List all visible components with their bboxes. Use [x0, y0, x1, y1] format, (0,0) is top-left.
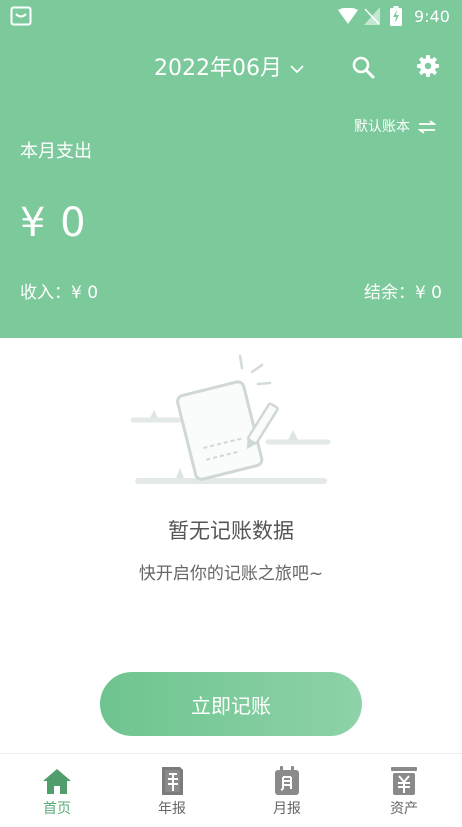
- income-summary: 收入：¥ 0: [20, 283, 99, 303]
- account-switch[interactable]: 默认账本: [354, 117, 436, 137]
- record-now-button[interactable]: 立即记账: [100, 672, 362, 736]
- tab-assets-label: 资产: [390, 801, 418, 817]
- account-name: 默认账本: [354, 119, 410, 135]
- wifi-icon: [338, 8, 358, 24]
- month-selector[interactable]: 2022年06月: [154, 53, 304, 85]
- tab-home-label: 首页: [43, 801, 71, 817]
- empty-state-title: 暂无记账数据: [168, 519, 294, 543]
- search-icon[interactable]: [350, 54, 376, 80]
- month-report-icon: [275, 766, 299, 795]
- tab-assets[interactable]: 资产: [364, 754, 444, 827]
- gear-icon[interactable]: [416, 54, 440, 78]
- monthly-expense-title: 本月支出: [20, 141, 92, 162]
- empty-state-subtitle: 快开启你的记账之旅吧~: [138, 564, 324, 584]
- assets-icon: [391, 767, 417, 795]
- tab-year-report-label: 年报: [158, 801, 186, 817]
- status-bar: 9:40: [0, 0, 462, 34]
- tab-month-report-label: 月报: [273, 801, 301, 817]
- chevron-down-icon: [290, 65, 304, 74]
- app-notification-icon: [10, 6, 32, 26]
- month-label: 2022年06月: [154, 56, 282, 81]
- status-time: 9:40: [414, 7, 450, 26]
- header-panel: 9:40 2022年06月 默认账本 本月支出 ¥ 0 收入：¥ 0 结余：¥ …: [0, 0, 462, 338]
- tab-month-report[interactable]: 月报: [247, 754, 327, 827]
- empty-notebook-illustration: [130, 354, 331, 484]
- battery-charging-icon: [390, 6, 402, 26]
- balance-summary: 结余：¥ 0: [363, 283, 442, 303]
- home-icon: [43, 769, 71, 794]
- swap-icon: [418, 120, 436, 134]
- tab-year-report[interactable]: 年报: [132, 754, 212, 827]
- monthly-expense-amount: ¥ 0: [20, 200, 87, 246]
- bottom-tab-bar: 首页 年报 月报 资产: [0, 753, 462, 827]
- tab-home[interactable]: 首页: [17, 754, 97, 827]
- signal-icon: [364, 7, 380, 25]
- year-report-icon: [162, 767, 183, 795]
